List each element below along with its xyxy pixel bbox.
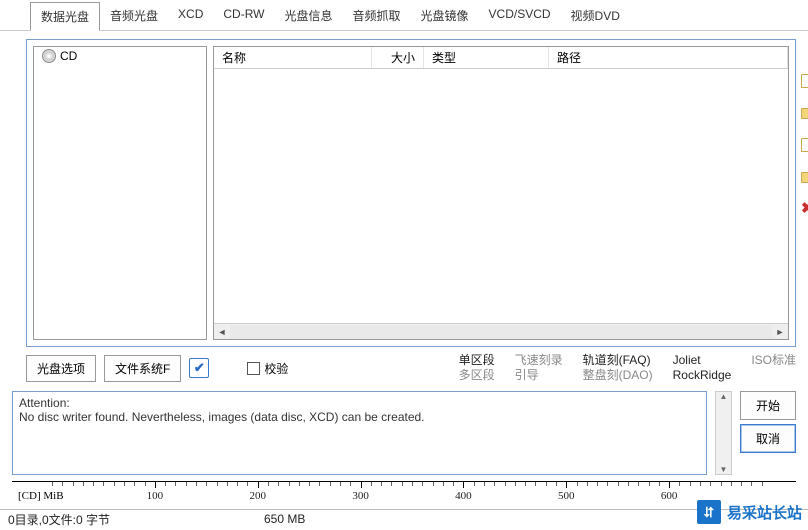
tab-cdrw[interactable]: CD-RW [213,2,274,30]
tree-root-label: CD [60,49,77,63]
disc-icon [42,49,56,63]
tab-data-disc[interactable]: 数据光盘 [30,2,100,31]
col-name[interactable]: 名称 [214,47,372,68]
cancel-button[interactable]: 取消 [740,424,796,453]
watermark-icon: ⮃ [697,500,721,524]
scroll-right-icon[interactable]: ► [772,325,788,339]
verify-checkbox[interactable]: 校验 [247,360,288,377]
delete-icon[interactable]: ✖ [801,202,808,218]
tab-disc-info[interactable]: 光盘信息 [274,2,342,30]
list-hscroll[interactable]: ◄ ► [214,323,788,339]
side-toolbar: + + – – ✖ [801,74,808,218]
ruler-label: [CD] MiB [18,490,64,502]
message-area: Attention: No disc writer found. Neverth… [12,391,796,475]
checkbox-icon [247,362,260,375]
col-path[interactable]: 路径 [549,47,788,68]
message-box: Attention: No disc writer found. Neverth… [12,391,707,475]
add-file-icon[interactable]: + [801,74,808,90]
options-row: 光盘选项 文件系统F ✔ 校验 单区段多区段 飞速刻录引导 轨道刻(FAQ)整盘… [26,353,796,383]
main-panel: CD 名称 大小 类型 路径 ◄ ► + + – – ✖ [26,39,796,347]
start-button[interactable]: 开始 [740,391,796,420]
list-body[interactable] [214,69,788,323]
file-tree[interactable]: CD [33,46,207,340]
status-files: 0目录,0文件:0 字节 [8,511,264,528]
capacity-ruler: [CD] MiB 100200300400500600 [12,481,796,507]
tab-xcd[interactable]: XCD [168,2,213,30]
tab-vcd[interactable]: VCD/SVCD [479,2,561,30]
tree-root-cd[interactable]: CD [40,49,200,63]
watermark-text: 易采站长站 [727,502,802,523]
msg-line1: Attention: [19,396,700,410]
confirm-icon[interactable]: ✔ [189,358,209,378]
tab-disc-image[interactable]: 光盘镜像 [411,2,479,30]
disc-options-button[interactable]: 光盘选项 [26,355,96,382]
remove-folder-icon[interactable]: – [801,170,808,186]
tabs: 数据光盘 音频光盘 XCD CD-RW 光盘信息 音频抓取 光盘镜像 VCD/S… [0,0,808,31]
add-folder-icon[interactable]: + [801,106,808,122]
scroll-left-icon[interactable]: ◄ [214,325,230,339]
burn-options: 单区段多区段 飞速刻录引导 轨道刻(FAQ)整盘刻(DAO) JolietRoc… [459,353,796,383]
list-header: 名称 大小 类型 路径 [214,47,788,69]
status-bar: 0目录,0文件:0 字节 650 MB [0,509,808,528]
tab-audio-disc[interactable]: 音频光盘 [100,2,168,30]
verify-label: 校验 [264,360,288,377]
watermark: ⮃ 易采站长站 [697,500,802,524]
filesystem-button[interactable]: 文件系统F [104,355,181,382]
message-vscroll[interactable]: ▲▼ [715,391,732,475]
col-size[interactable]: 大小 [372,47,424,68]
tab-audio-rip[interactable]: 音频抓取 [343,2,411,30]
msg-line2: No disc writer found. Nevertheless, imag… [19,410,700,424]
remove-file-icon[interactable]: – [801,138,808,154]
file-list: 名称 大小 类型 路径 ◄ ► [213,46,789,340]
tab-dvd[interactable]: 视频DVD [561,2,630,30]
scroll-track[interactable] [230,325,772,339]
col-type[interactable]: 类型 [424,47,549,68]
